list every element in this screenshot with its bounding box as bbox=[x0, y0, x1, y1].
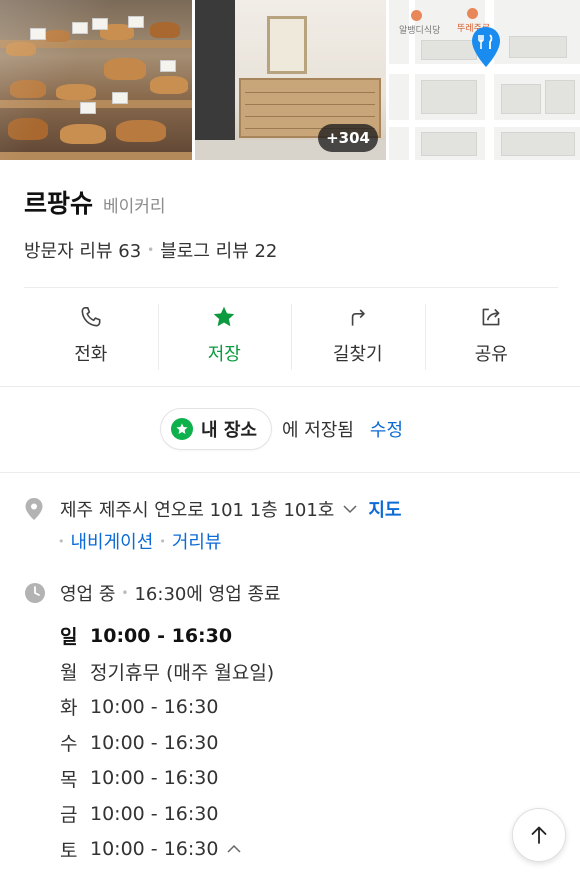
more-photos-badge[interactable]: +304 bbox=[318, 124, 378, 152]
photo-strip: +304 알뱅디식당 뚜레주르 bbox=[0, 0, 580, 160]
chevron-down-icon[interactable] bbox=[342, 501, 358, 517]
day-label: 금 bbox=[60, 804, 78, 827]
separator-dot: • bbox=[147, 243, 155, 257]
place-name: 르팡슈 bbox=[24, 189, 94, 218]
hours-list: 일 10:00 - 16:30 월 정기휴무 (매주 월요일) 화 10:00 … bbox=[60, 618, 274, 867]
divider bbox=[0, 472, 580, 473]
directions-icon bbox=[351, 309, 365, 326]
day-hours: 10:00 - 16:30 bbox=[90, 802, 219, 825]
visitor-reviews-link[interactable]: 방문자 리뷰 63 bbox=[24, 237, 141, 263]
location-pin-icon bbox=[25, 498, 43, 520]
day-hours: 10:00 - 16:30 bbox=[90, 731, 219, 754]
day-label: 토 bbox=[60, 839, 78, 862]
place-category: 베이커리 bbox=[103, 197, 166, 217]
call-button[interactable]: 전화 bbox=[24, 290, 158, 380]
day-hours: 정기휴무 (매주 월요일) bbox=[90, 661, 275, 684]
arrow-up-icon bbox=[531, 826, 547, 844]
map-link[interactable]: 지도 bbox=[368, 496, 401, 522]
star-badge-icon bbox=[171, 418, 193, 440]
hours-row-saturday: 토 10:00 - 16:30 bbox=[60, 832, 274, 868]
day-hours: 10:00 - 16:30 bbox=[90, 838, 219, 861]
photo-map-thumbnail[interactable]: 알뱅디식당 뚜레주르 bbox=[389, 0, 580, 160]
saved-list-name: 내 장소 bbox=[201, 420, 257, 441]
separator-dot: • bbox=[58, 534, 65, 548]
share-icon bbox=[482, 308, 500, 326]
hours-row-friday: 금 10:00 - 16:30 bbox=[60, 796, 274, 832]
address-text: 제주 제주시 연오로 101 1층 101호 bbox=[60, 500, 335, 521]
photo-store-interior[interactable]: +304 bbox=[195, 0, 386, 160]
day-hours: 10:00 - 16:30 bbox=[90, 695, 219, 718]
blog-reviews-link[interactable]: 블로그 리뷰 22 bbox=[160, 237, 277, 263]
scroll-to-top-button[interactable] bbox=[512, 808, 566, 862]
share-button[interactable]: 공유 bbox=[424, 290, 559, 380]
map-pin-icon bbox=[472, 27, 500, 67]
saved-list-pill[interactable]: 내 장소 bbox=[160, 408, 272, 450]
business-hours-header[interactable]: 영업 중 • 16:30에 영업 종료 bbox=[24, 580, 281, 606]
closing-time-note: 16:30에 영업 종료 bbox=[134, 584, 281, 605]
share-label: 공유 bbox=[474, 344, 508, 365]
directions-button[interactable]: 길찾기 bbox=[291, 290, 425, 380]
directions-label: 길찾기 bbox=[332, 344, 383, 365]
day-label: 목 bbox=[60, 768, 78, 791]
saved-status: 내 장소 에 저장됨 수정 bbox=[160, 408, 403, 450]
hours-row-thursday: 목 10:00 - 16:30 bbox=[60, 760, 274, 796]
saved-suffix: 에 저장됨 bbox=[281, 420, 354, 441]
address-row: 제주 제주시 연오로 101 1층 101호 지도 bbox=[24, 496, 402, 522]
call-label: 전화 bbox=[74, 344, 108, 365]
day-hours: 10:00 - 16:30 bbox=[90, 767, 219, 790]
chevron-up-icon[interactable] bbox=[226, 841, 242, 857]
place-header: 르팡슈 베이커리 bbox=[24, 184, 166, 220]
separator-dot: • bbox=[121, 586, 129, 600]
star-icon bbox=[213, 306, 235, 327]
review-counts: 방문자 리뷰 63 • 블로그 리뷰 22 bbox=[24, 237, 277, 263]
save-label: 저장 bbox=[207, 344, 241, 365]
edit-saved-link[interactable]: 수정 bbox=[370, 416, 403, 442]
hours-row-sunday: 일 10:00 - 16:30 bbox=[60, 618, 274, 654]
clock-icon bbox=[25, 583, 45, 603]
day-hours: 10:00 - 16:30 bbox=[90, 624, 233, 647]
hours-row-tuesday: 화 10:00 - 16:30 bbox=[60, 689, 274, 725]
street-view-link[interactable]: 거리뷰 bbox=[172, 528, 222, 554]
save-button[interactable]: 저장 bbox=[157, 290, 292, 380]
hours-row-wednesday: 수 10:00 - 16:30 bbox=[60, 725, 274, 761]
divider bbox=[24, 287, 558, 288]
navigation-link[interactable]: 내비게이션 bbox=[71, 528, 154, 554]
open-status: 영업 중 bbox=[60, 584, 116, 605]
day-label: 일 bbox=[60, 626, 78, 649]
day-label: 월 bbox=[60, 661, 78, 684]
address-sub-links: • 내비게이션 • 거리뷰 bbox=[58, 528, 222, 554]
phone-icon bbox=[81, 306, 101, 327]
separator-dot: • bbox=[159, 534, 166, 548]
map-poi-label: 알뱅디식당 bbox=[399, 26, 441, 36]
day-label: 수 bbox=[60, 733, 78, 756]
divider bbox=[0, 386, 580, 387]
action-bar: 전화 저장 길찾기 공유 bbox=[24, 290, 558, 380]
hours-row-monday: 월 정기휴무 (매주 월요일) bbox=[60, 654, 274, 690]
photo-bakery-display[interactable] bbox=[0, 0, 192, 160]
day-label: 화 bbox=[60, 697, 78, 720]
